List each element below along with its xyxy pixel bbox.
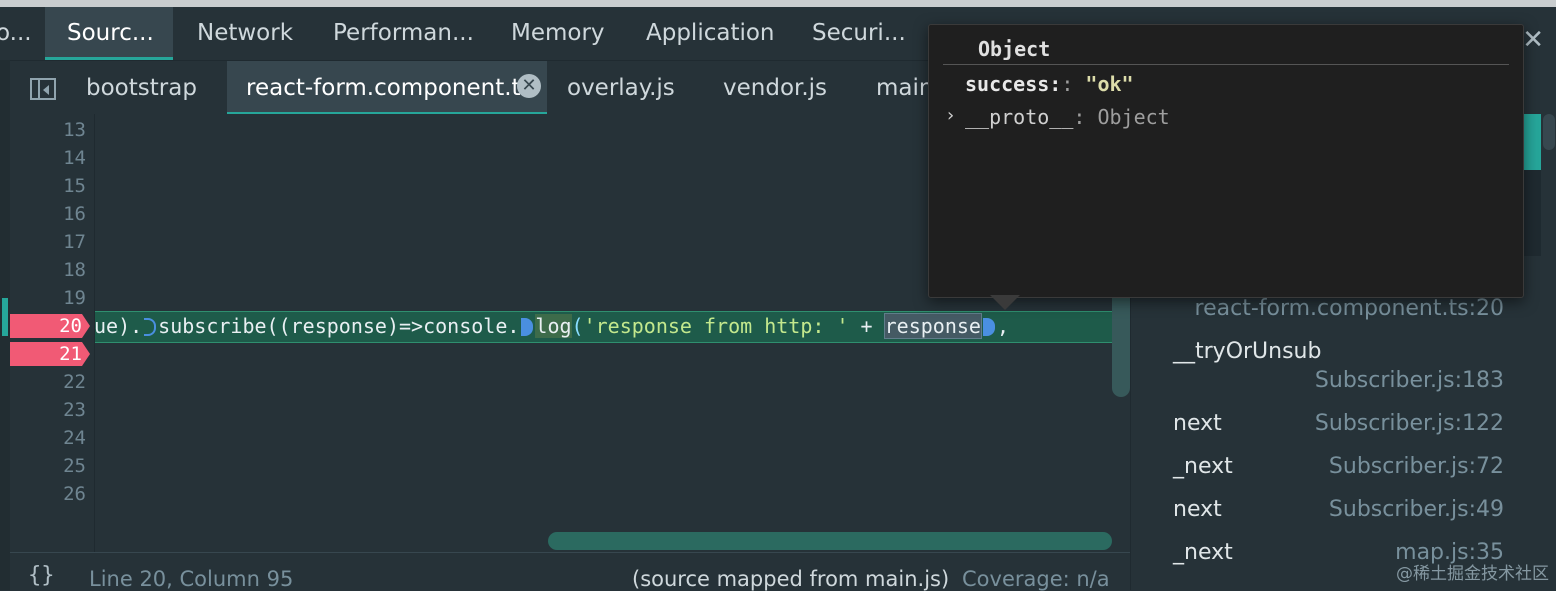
code-log: log	[535, 314, 572, 338]
coverage-status: Coverage: n/a	[962, 567, 1110, 591]
line-number[interactable]: 14	[10, 144, 86, 172]
sidebar-marker	[1523, 170, 1541, 212]
tab-security[interactable]: Securi...	[812, 7, 906, 60]
left-edge-panel	[0, 60, 10, 590]
code-string: 'response from http: '	[583, 314, 849, 338]
popover-divider	[943, 64, 1509, 65]
line-number-gutter[interactable]: 13 14 15 16 17 18 19 20 21 22 23 24 25 26	[10, 114, 95, 552]
file-tab-react-form[interactable]: react-form.component.ts ✕	[227, 61, 547, 115]
call-frame-function[interactable]: next	[1173, 411, 1222, 436]
cursor-position: Line 20, Column 95	[89, 567, 294, 591]
call-frame-location[interactable]: Subscriber.js:183	[1315, 368, 1504, 393]
call-frame-location[interactable]: Subscriber.js:72	[1329, 454, 1504, 479]
popover-pointer	[990, 295, 1020, 310]
inline-step-marker-end[interactable]	[982, 318, 995, 336]
sidebar-active-marker	[1523, 114, 1541, 170]
line-number[interactable]: 15	[10, 172, 86, 200]
toggle-navigator-icon[interactable]	[30, 78, 56, 100]
call-frame-location[interactable]: react-form.component.ts:20	[1195, 296, 1504, 321]
left-edge-marker	[2, 298, 8, 336]
tab-memory[interactable]: Memory	[511, 7, 605, 60]
property-colon: :	[1061, 72, 1074, 96]
code-response-hover[interactable]: response	[883, 313, 982, 339]
code-line-20[interactable]: ue). subscribe((response)=>console. log('r…	[94, 313, 1009, 339]
tab-network[interactable]: Network	[197, 7, 293, 60]
file-tab-main[interactable]: main	[876, 61, 933, 115]
tab-performance[interactable]: Performan...	[333, 7, 474, 60]
source-map-link[interactable]: (source mapped from main.js)	[632, 567, 949, 591]
line-number[interactable]: 22	[10, 368, 86, 396]
line-number[interactable]: 23	[10, 396, 86, 424]
code-plus: +	[848, 314, 885, 338]
line-number[interactable]: 13	[10, 116, 86, 144]
pretty-print-icon[interactable]: {}	[28, 563, 55, 588]
editor-horizontal-scrollbar[interactable]	[548, 532, 1112, 550]
object-preview-popover[interactable]: Object success:: "ok" › __proto__: Objec…	[928, 24, 1524, 298]
sidebar-scrollbar[interactable]	[1543, 114, 1555, 150]
call-frame-location[interactable]: Subscriber.js:49	[1329, 497, 1504, 522]
call-frame-function[interactable]: __tryOrUnsub	[1173, 339, 1321, 364]
line-number[interactable]: 17	[10, 228, 86, 256]
code-subscribe: subscribe((response)=>console.	[158, 314, 520, 338]
property-row-success[interactable]: success:: "ok"	[965, 72, 1134, 96]
editor-status-bar: {} Line 20, Column 95 (source mapped fro…	[10, 552, 1130, 591]
tab-application[interactable]: Application	[646, 7, 775, 60]
property-key: __proto__	[965, 105, 1074, 129]
window-top-strip	[0, 0, 1556, 7]
property-key: success:	[965, 72, 1062, 96]
inline-step-marker[interactable]	[144, 318, 157, 336]
line-number[interactable]: 18	[10, 256, 86, 284]
line-number[interactable]: 24	[10, 424, 86, 452]
code-tail: ,	[996, 314, 1009, 338]
sidebar-marker	[1523, 212, 1541, 256]
call-frame-location[interactable]: Subscriber.js:122	[1315, 411, 1504, 436]
property-value: Object	[1097, 105, 1170, 129]
watermark: @稀土掘金技术社区	[1396, 564, 1549, 584]
tab-elements[interactable]: o...	[0, 7, 36, 60]
line-number[interactable]: 25	[10, 452, 86, 480]
inline-step-marker-active[interactable]	[521, 318, 534, 336]
file-tab-overlay[interactable]: overlay.js	[567, 61, 675, 115]
file-tab-bootstrap[interactable]: bootstrap	[86, 61, 197, 115]
tab-sources[interactable]: Sourc...	[45, 7, 173, 60]
property-colon: :	[1073, 105, 1086, 129]
line-number[interactable]: 19	[10, 284, 86, 312]
line-number[interactable]: 16	[10, 200, 86, 228]
popover-title: Object	[978, 37, 1051, 61]
breakpoint-marker[interactable]: 20	[10, 314, 90, 338]
call-frame-function[interactable]: _next	[1173, 454, 1233, 479]
close-tab-icon[interactable]: ✕	[517, 74, 541, 98]
breakpoint-marker[interactable]: 21	[10, 342, 90, 366]
expand-chevron-icon[interactable]: ›	[945, 105, 956, 126]
file-tab-label: react-form.component.ts	[246, 75, 533, 101]
line-number[interactable]: 26	[10, 480, 86, 508]
call-frame-function[interactable]: next	[1173, 497, 1222, 522]
code-open-paren: (	[571, 314, 584, 338]
property-value: "ok"	[1085, 72, 1134, 96]
code-prefix: ue).	[94, 314, 143, 338]
editor-vertical-scrollbar[interactable]	[1112, 289, 1130, 397]
file-tab-vendor[interactable]: vendor.js	[723, 61, 827, 115]
call-frame-function[interactable]: _next	[1173, 540, 1233, 565]
property-row-proto[interactable]: __proto__: Object	[965, 105, 1170, 129]
